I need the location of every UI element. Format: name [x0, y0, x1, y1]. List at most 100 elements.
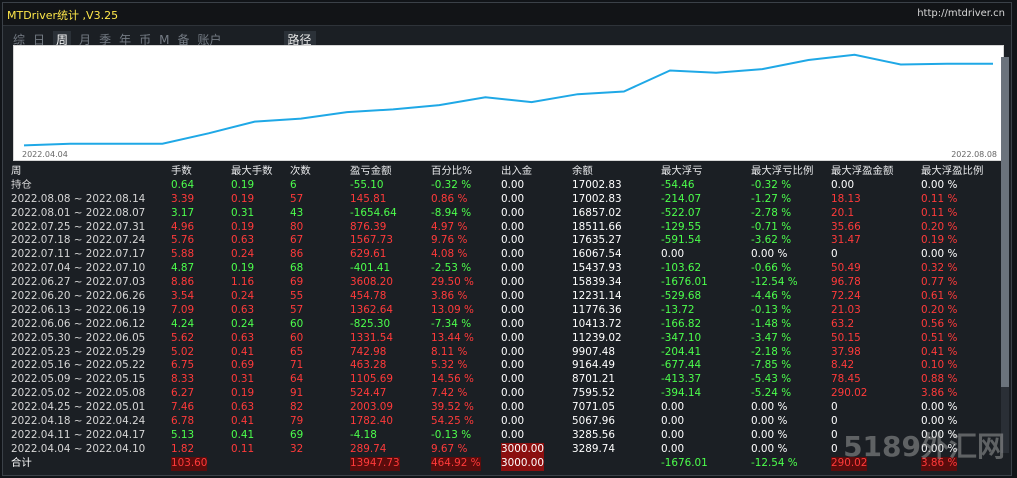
table-cell: 13947.73 [350, 456, 400, 471]
table-cell: 0.00 [501, 303, 525, 316]
table-cell: 16857.02 [572, 206, 622, 219]
equity-chart-svg [23, 53, 993, 147]
table-cell: 0.19 [231, 178, 255, 191]
table-cell: 72.24 [831, 290, 861, 303]
table-cell: -0.32 % [431, 178, 472, 191]
table-cell: 0.00 [501, 220, 525, 233]
table-cell: 39.52 % [431, 401, 474, 414]
header-cell: 周 [11, 165, 22, 177]
table-cell: 5.62 [171, 331, 195, 344]
table-cell: 3.54 [171, 290, 195, 303]
table-cell: 0 [831, 248, 838, 261]
table-cell: -3.62 % [751, 234, 792, 247]
table-cell: 3000.00 [501, 442, 544, 457]
table-cell: 7595.52 [572, 387, 615, 400]
table-cell: 0.00 [501, 345, 525, 358]
table-cell: 5067.96 [572, 415, 615, 428]
table-cell: 13.09 % [431, 303, 474, 316]
table-cell: 5.32 % [431, 359, 468, 372]
table-row: 2022.05.23 ~ 2022.05.29 5.02 0.41 65 742.98 8… [8, 346, 1008, 360]
table-cell: 0.00 [501, 415, 525, 428]
table-cell: 80 [290, 220, 304, 233]
table-cell: 7.09 [171, 303, 195, 316]
table-cell: 0 [831, 428, 838, 441]
table-cell: 60 [290, 331, 304, 344]
table-cell: 6 [290, 178, 297, 191]
table-cell: 0.19 % [921, 234, 958, 247]
header-cell: 百分比% [431, 165, 473, 177]
table-cell: -0.13 % [431, 428, 472, 441]
table-cell: 463.28 [350, 359, 387, 372]
table-cell: 0.00 [501, 331, 525, 344]
table-cell: -825.30 [350, 317, 391, 330]
table-row: 2022.07.04 ~ 2022.07.10 4.87 0.19 68 -401.41… [8, 262, 1008, 276]
table-cell: 3.39 [171, 192, 195, 205]
table-cell: 18511.66 [572, 220, 622, 233]
table-cell: 0.41 [231, 428, 255, 441]
table-cell: 0.00 [501, 206, 525, 219]
table-cell: 2022.04.25 ~ 2022.05.01 [11, 401, 146, 414]
table-cell: -3.47 % [751, 331, 792, 344]
table-cell: 3.17 [171, 206, 195, 219]
table-cell: 0.00 % [921, 178, 958, 191]
table-cell: 0 [831, 442, 838, 455]
table-cell: 0.77 % [921, 276, 958, 289]
scrollbar[interactable] [1001, 57, 1009, 453]
table-cell: 57 [290, 303, 304, 316]
table-cell: -7.34 % [431, 317, 472, 330]
table-cell: 5.88 [171, 248, 195, 261]
table-cell: 9.67 % [431, 442, 468, 455]
header-cell: 最大浮亏比例 [751, 165, 814, 177]
header-cell: 手数 [171, 165, 192, 177]
table-cell: 32 [290, 442, 304, 455]
table-cell: -1676.01 [661, 456, 708, 469]
table-cell: 0.00 [501, 373, 525, 386]
table-cell: 0.20 % [921, 220, 958, 233]
table-cell: 0.00 [661, 415, 685, 428]
header-cell: 最大浮盈金额 [831, 165, 894, 177]
table-cell: 2003.09 [350, 401, 393, 414]
table-row: 2022.06.06 ~ 2022.06.12 4.24 0.24 60 -825.30… [8, 318, 1008, 332]
table-cell: 1362.64 [350, 303, 393, 316]
table-cell: 69 [290, 276, 304, 289]
table-cell: -2.78 % [751, 206, 792, 219]
table-cell: 2022.05.23 ~ 2022.05.29 [11, 345, 146, 358]
table-cell: 16067.54 [572, 248, 622, 261]
table-cell: 0.56 % [921, 317, 958, 330]
header-cell: 最大浮盈比例 [921, 165, 984, 177]
table-cell: 0 [831, 401, 838, 414]
table-cell: -2.18 % [751, 345, 792, 358]
table-cell: 4.08 % [431, 248, 468, 261]
equity-chart: 2022.04.04 2022.08.08 [13, 45, 1004, 161]
table-cell: 12231.14 [572, 290, 622, 303]
table-cell: 0.00 [501, 401, 525, 414]
table-cell: -0.71 % [751, 220, 792, 233]
table-cell: 0.00 [501, 234, 525, 247]
table-cell: 6.78 [171, 415, 195, 428]
table-cell: 2022.06.20 ~ 2022.06.26 [11, 290, 146, 303]
table-cell: -529.68 [661, 290, 702, 303]
table-cell: 37.98 [831, 345, 861, 358]
app-url-link[interactable]: http://mtdriver.cn [917, 8, 1005, 19]
table-cell: 0.00 % [751, 415, 788, 428]
table-cell: 65 [290, 345, 304, 358]
table-cell: -1.48 % [751, 317, 792, 330]
table-row: 2022.07.18 ~ 2022.07.24 5.76 0.63 67 1567.73… [8, 234, 1008, 248]
table-cell: 0.00 [661, 401, 685, 414]
table-cell: -55.10 [350, 178, 384, 191]
table-cell: -166.82 [661, 317, 702, 330]
table-row: 2022.05.30 ~ 2022.06.05 5.62 0.63 60 1331.54… [8, 332, 1008, 346]
table-cell: -5.43 % [751, 373, 792, 386]
header-cell: 次数 [290, 165, 311, 177]
table-cell: 60 [290, 317, 304, 330]
table-cell: 17002.83 [572, 192, 622, 205]
table-cell: 7.46 [171, 401, 195, 414]
table-cell: 629.61 [350, 248, 387, 261]
scrollbar-thumb[interactable] [1001, 57, 1009, 387]
table-cell: 10413.72 [572, 317, 622, 330]
table-cell: 0.00 [501, 248, 525, 261]
table-cell: 21.03 [831, 303, 861, 316]
table-cell: 524.47 [350, 387, 387, 400]
table-cell: 0.24 [231, 317, 255, 330]
table-cell: 14.56 % [431, 373, 474, 386]
